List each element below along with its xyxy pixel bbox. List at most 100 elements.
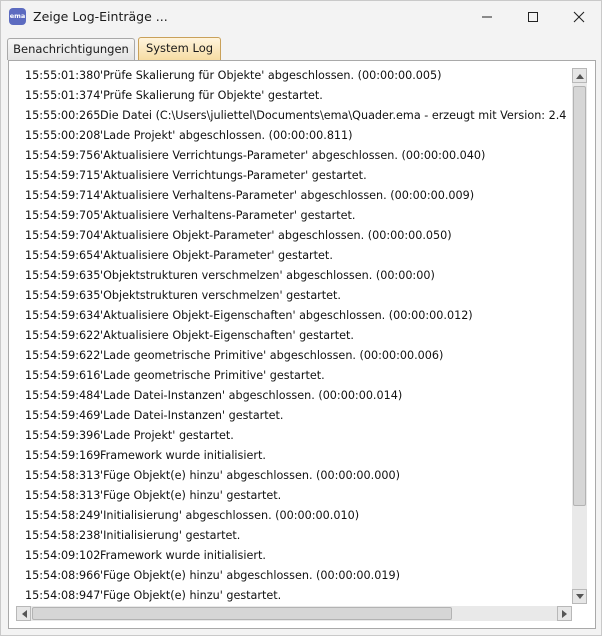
log-row[interactable]: 15:54:59:469'Lade Datei-Instanzen' gesta… (16, 406, 284, 426)
log-message: 'Füge Objekt(e) hinzu' abgeschlossen. (0… (100, 569, 400, 582)
log-message: 'Aktualisiere Objekt-Parameter' abgeschl… (100, 229, 452, 242)
log-message: 'Objektstrukturen verschmelzen' abgeschl… (100, 269, 435, 282)
tab-notifications[interactable]: Benachrichtigungen (7, 38, 135, 60)
log-row[interactable]: 15:54:58:313'Füge Objekt(e) hinzu' gesta… (16, 486, 281, 506)
log-message: 'Prüfe Skalierung für Objekte' abgeschlo… (100, 69, 442, 82)
log-row[interactable]: 15:55:01:374'Prüfe Skalierung für Objekt… (16, 86, 323, 106)
horizontal-scroll-thumb[interactable] (32, 607, 452, 620)
log-message: 'Initialisierung' gestartet. (100, 529, 241, 542)
log-timestamp: 15:54:59:705 (25, 209, 101, 222)
log-message: 'Aktualisiere Verhaltens-Parameter' abge… (100, 189, 475, 202)
log-message: 'Füge Objekt(e) hinzu' gestartet. (100, 489, 282, 502)
log-panel: 15:55:01:380'Prüfe Skalierung für Objekt… (8, 60, 596, 629)
window-title: Zeige Log-Einträge ... (33, 9, 168, 24)
log-row[interactable]: 15:54:59:169Framework wurde initialisier… (16, 446, 266, 466)
log-row[interactable]: 15:54:59:654'Aktualisiere Objekt-Paramet… (16, 246, 333, 266)
arrow-up-icon (576, 74, 584, 79)
log-message: Framework wurde initialisiert. (100, 549, 266, 562)
scroll-up-button[interactable] (572, 68, 587, 83)
log-row[interactable]: 15:55:00:208'Lade Projekt' abgeschlossen… (16, 126, 353, 146)
log-timestamp: 15:54:58:249 (25, 509, 101, 522)
log-row[interactable]: 15:54:59:705'Aktualisiere Verhaltens-Par… (16, 206, 355, 226)
log-message: 'Aktualisiere Verrichtungs-Parameter' ab… (100, 149, 486, 162)
log-timestamp: 15:54:58:313 (25, 469, 101, 482)
log-timestamp: 15:54:59:469 (25, 409, 101, 422)
log-timestamp: 15:54:59:169 (25, 449, 101, 462)
log-row[interactable]: 15:54:59:396'Lade Projekt' gestartet. (16, 426, 234, 446)
log-message: 'Objektstrukturen verschmelzen' gestarte… (100, 289, 341, 302)
log-timestamp: 15:54:59:714 (25, 189, 101, 202)
log-row[interactable]: 15:54:59:635'Objektstrukturen verschmelz… (16, 286, 341, 306)
log-message: 'Lade Datei-Instanzen' abgeschlossen. (0… (100, 389, 403, 402)
log-timestamp: 15:55:01:380 (25, 69, 101, 82)
log-row[interactable]: 15:54:08:947'Füge Objekt(e) hinzu' gesta… (16, 586, 281, 606)
arrow-right-icon (562, 610, 567, 618)
log-window: ema Zeige Log-Einträge ... Benachrichtig… (0, 0, 602, 636)
log-row[interactable]: 15:54:59:715'Aktualisiere Verrichtungs-P… (16, 166, 367, 186)
maximize-icon (528, 12, 538, 22)
log-message: Framework wurde initialisiert. (100, 449, 266, 462)
log-list[interactable]: 15:55:01:380'Prüfe Skalierung für Objekt… (16, 66, 566, 606)
log-timestamp: 15:54:59:484 (25, 389, 101, 402)
log-row[interactable]: 15:54:59:622'Lade geometrische Primitive… (16, 346, 443, 366)
log-row[interactable]: 15:54:08:966'Füge Objekt(e) hinzu' abges… (16, 566, 400, 586)
log-timestamp: 15:54:59:634 (25, 309, 101, 322)
log-timestamp: 15:54:59:756 (25, 149, 101, 162)
close-icon (573, 11, 585, 23)
log-message: 'Lade Projekt' abgeschlossen. (00:00:00.… (100, 129, 353, 142)
log-row[interactable]: 15:54:58:313'Füge Objekt(e) hinzu' abges… (16, 466, 400, 486)
log-message: 'Initialisierung' abgeschlossen. (00:00:… (100, 509, 360, 522)
scroll-left-button[interactable] (16, 606, 31, 621)
log-row[interactable]: 15:55:00:265Die Datei (C:\Users\juliette… (16, 106, 566, 126)
log-row[interactable]: 15:54:09:102Framework wurde initialisier… (16, 546, 266, 566)
horizontal-scrollbar[interactable] (16, 606, 572, 621)
log-timestamp: 15:54:59:704 (25, 229, 101, 242)
log-timestamp: 15:54:08:947 (25, 589, 101, 602)
title-bar[interactable]: ema Zeige Log-Einträge ... (1, 1, 601, 33)
log-timestamp: 15:54:58:238 (25, 529, 101, 542)
vertical-scroll-thumb[interactable] (573, 86, 586, 506)
log-message: 'Lade geometrische Primitive' gestartet. (100, 369, 325, 382)
log-message: Die Datei (C:\Users\juliettel\Documents\… (100, 109, 566, 122)
log-timestamp: 15:54:59:635 (25, 289, 101, 302)
log-timestamp: 15:55:00:208 (25, 129, 101, 142)
log-message: 'Aktualisiere Objekt-Eigenschaften' abge… (100, 309, 473, 322)
vertical-scrollbar[interactable] (572, 68, 587, 604)
log-message: 'Füge Objekt(e) hinzu' gestartet. (100, 589, 282, 602)
log-row[interactable]: 15:54:59:704'Aktualisiere Objekt-Paramet… (16, 226, 452, 246)
log-message: 'Lade geometrische Primitive' abgeschlos… (100, 349, 444, 362)
log-timestamp: 15:54:08:966 (25, 569, 101, 582)
log-row[interactable]: 15:54:59:756'Aktualisiere Verrichtungs-P… (16, 146, 485, 166)
arrow-left-icon (22, 610, 27, 618)
log-message: 'Aktualisiere Objekt-Eigenschaften' gest… (100, 329, 354, 342)
scroll-right-button[interactable] (557, 606, 572, 621)
minimize-icon (482, 16, 492, 18)
log-row[interactable]: 15:54:59:616'Lade geometrische Primitive… (16, 366, 325, 386)
minimize-button[interactable] (464, 1, 510, 33)
log-row[interactable]: 15:54:59:622'Aktualisiere Objekt-Eigensc… (16, 326, 354, 346)
log-message: 'Füge Objekt(e) hinzu' abgeschlossen. (0… (100, 469, 400, 482)
log-timestamp: 15:55:00:265 (25, 109, 101, 122)
scroll-down-button[interactable] (572, 589, 587, 604)
maximize-button[interactable] (510, 1, 556, 33)
log-row[interactable]: 15:54:59:484'Lade Datei-Instanzen' abges… (16, 386, 402, 406)
log-message: 'Lade Datei-Instanzen' gestartet. (100, 409, 284, 422)
log-row[interactable]: 15:54:59:634'Aktualisiere Objekt-Eigensc… (16, 306, 473, 326)
log-row[interactable]: 15:54:59:714'Aktualisiere Verhaltens-Par… (16, 186, 474, 206)
log-timestamp: 15:54:59:622 (25, 349, 101, 362)
log-timestamp: 15:54:59:635 (25, 269, 101, 282)
close-button[interactable] (556, 1, 602, 33)
log-timestamp: 15:54:59:654 (25, 249, 101, 262)
log-timestamp: 15:54:09:102 (25, 549, 101, 562)
log-timestamp: 15:54:59:622 (25, 329, 101, 342)
log-message: 'Aktualisiere Objekt-Parameter' gestarte… (100, 249, 333, 262)
log-row[interactable]: 15:55:01:380'Prüfe Skalierung für Objekt… (16, 66, 442, 86)
log-timestamp: 15:55:01:374 (25, 89, 101, 102)
arrow-down-icon (576, 594, 584, 599)
log-row[interactable]: 15:54:58:249'Initialisierung' abgeschlos… (16, 506, 359, 526)
log-timestamp: 15:54:59:396 (25, 429, 101, 442)
log-message: 'Prüfe Skalierung für Objekte' gestartet… (100, 89, 323, 102)
log-row[interactable]: 15:54:59:635'Objektstrukturen verschmelz… (16, 266, 435, 286)
log-row[interactable]: 15:54:58:238'Initialisierung' gestartet. (16, 526, 240, 546)
tab-system-log[interactable]: System Log (138, 37, 221, 60)
